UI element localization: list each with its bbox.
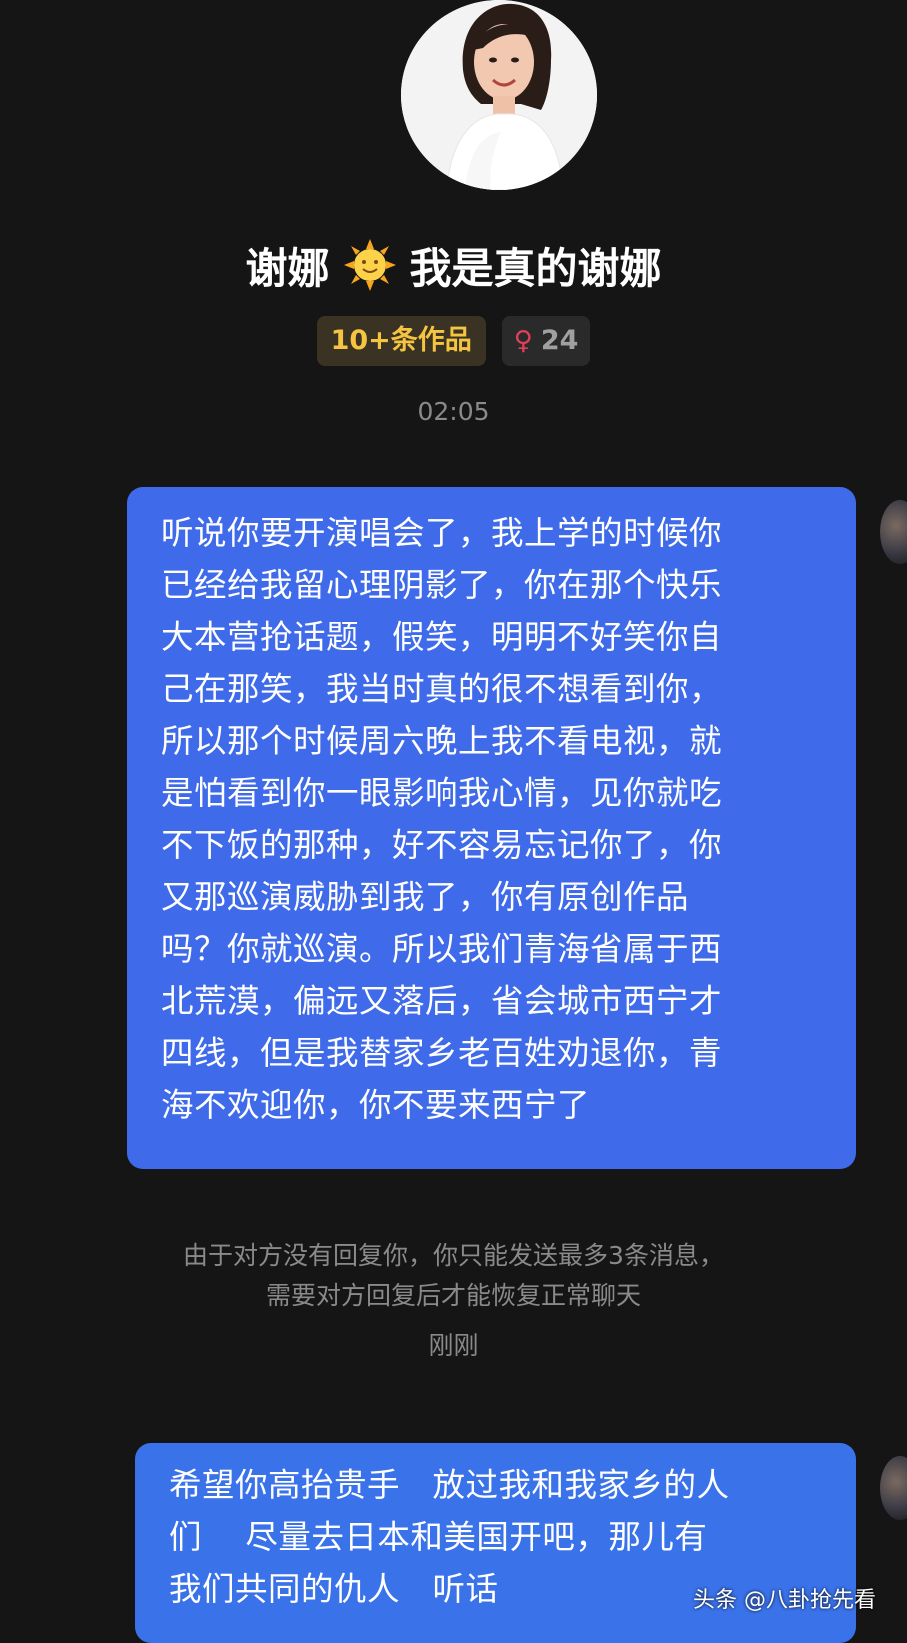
message-line: 听说你要开演唱会了，我上学的时候你	[161, 514, 723, 552]
profile-name-second: 我是真的谢娜	[409, 243, 662, 293]
profile-name-row: 谢娜 我是真的谢娜	[0, 235, 907, 295]
message-line: 四线，但是我替家乡老百姓劝退你，青	[161, 1034, 723, 1072]
reply-limit-notice: 由于对方没有回复你，你只能发送最多3条消息， 需要对方回复后才能恢复正常聊天	[0, 1236, 907, 1316]
watermark-text: 头条 @八卦抢先看	[693, 1588, 876, 1613]
message-line: 又那巡演威胁到我了，你有原创作品	[161, 878, 690, 916]
message-line: 吗？你就巡演。所以我们青海省属于西	[161, 930, 723, 968]
works-count-badge[interactable]: 10+条作品	[316, 316, 486, 366]
sun-with-face-icon	[343, 239, 396, 291]
profile-badges: 10+条作品 ♀ 24	[0, 316, 907, 366]
avatar-photo	[401, 0, 597, 190]
female-icon: ♀	[513, 326, 533, 356]
sender-avatar[interactable]	[880, 500, 907, 564]
message-line: 们 尽量去日本和美国开吧，那儿有	[169, 1518, 708, 1556]
message-line: 是怕看到你一眼影响我心情，见你就吃	[161, 774, 723, 812]
message-timestamp: 刚刚	[428, 1331, 479, 1360]
sent-message-bubble[interactable]: 听说你要开演唱会了，我上学的时候你 已经给我留心理阴影了，你在那个快乐 大本营抢…	[127, 487, 856, 1169]
gender-age-badge: ♀ 24	[501, 316, 591, 366]
profile-avatar[interactable]	[401, 0, 597, 190]
age-value: 24	[540, 325, 579, 356]
profile-name-first: 谢娜	[245, 243, 330, 293]
notice-line: 由于对方没有回复你，你只能发送最多3条消息，	[183, 1241, 724, 1270]
message-timestamp: 02:05	[417, 397, 490, 426]
message-line: 北荒漠，偏远又落后，省会城市西宁才	[161, 982, 723, 1020]
message-line: 己在那笑，我当时真的很不想看到你，	[161, 670, 723, 708]
message-line: 海不欢迎你，你不要来西宁了	[161, 1086, 591, 1124]
message-line: 所以那个时候周六晚上我不看电视，就	[161, 722, 723, 760]
message-line: 希望你高抬贵手 放过我和我家乡的人	[169, 1466, 730, 1504]
notice-line: 需要对方回复后才能恢复正常聊天	[265, 1281, 641, 1310]
message-line: 大本营抢话题，假笑，明明不好笑你自	[161, 618, 723, 656]
message-line: 已经给我留心理阴影了，你在那个快乐	[161, 566, 723, 604]
message-line: 不下饭的那种，好不容易忘记你了，你	[161, 826, 723, 864]
sender-avatar[interactable]	[880, 1456, 907, 1520]
